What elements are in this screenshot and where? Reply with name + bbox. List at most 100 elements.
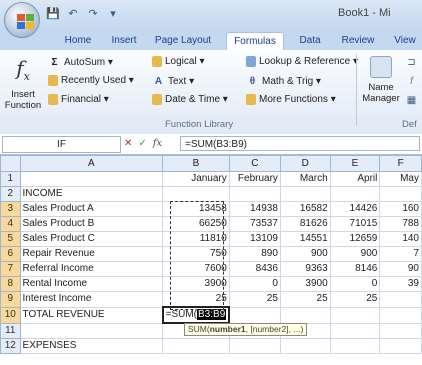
financial-button[interactable]: Financial ▾ — [48, 94, 109, 105]
save-icon[interactable]: 💾 — [46, 7, 60, 21]
cell-a3[interactable]: Sales Product A — [19, 201, 164, 217]
cell-b6[interactable]: 750 — [162, 246, 230, 262]
cell-e2[interactable] — [329, 186, 381, 202]
cell-b2[interactable] — [162, 186, 230, 202]
tab-view[interactable]: View — [388, 32, 422, 50]
tab-home[interactable]: Home — [56, 32, 100, 50]
cell-d4[interactable]: 81626 — [279, 216, 331, 232]
cell-d2[interactable] — [279, 186, 331, 202]
cell-c7[interactable]: 8436 — [228, 261, 281, 277]
cell-b3[interactable]: 13458 — [162, 201, 230, 217]
text-button[interactable]: A Text ▾ — [152, 75, 194, 88]
cell-a4[interactable]: Sales Product B — [19, 216, 164, 232]
cell-f10[interactable] — [379, 306, 422, 324]
insert-function-button[interactable]: fx Insert Function — [5, 56, 41, 111]
cell-b4[interactable]: 66250 — [162, 216, 230, 232]
cell-b7[interactable]: 7600 — [162, 261, 230, 277]
tab-data[interactable]: Data — [292, 32, 328, 50]
active-cell-b10[interactable]: =SUM(B3:B9 — [161, 306, 231, 324]
row-header[interactable]: 11 — [0, 322, 21, 339]
cell-c10[interactable] — [228, 306, 281, 324]
column-header-f[interactable]: F — [379, 155, 422, 172]
cell-a6[interactable]: Repair Revenue — [19, 246, 164, 262]
column-header-c[interactable]: C — [228, 155, 281, 172]
column-header-b[interactable]: B — [162, 155, 230, 172]
row-header[interactable]: 5 — [0, 231, 21, 247]
cell-f8[interactable]: 39 — [379, 276, 422, 292]
cell-e12[interactable] — [329, 338, 381, 354]
select-all-corner[interactable] — [0, 155, 21, 172]
row-header[interactable]: 8 — [0, 276, 21, 292]
cell-f4[interactable]: 788 — [379, 216, 422, 232]
more-functions-button[interactable]: More Functions ▾ — [246, 94, 336, 105]
cell-f1[interactable]: May — [379, 171, 422, 187]
cell-e3[interactable]: 14426 — [329, 201, 381, 217]
tab-review[interactable]: Review — [336, 32, 380, 50]
cell-a2[interactable]: INCOME — [19, 186, 164, 202]
cell-a10[interactable]: TOTAL REVENUE — [19, 306, 164, 324]
date-time-button[interactable]: Date & Time ▾ — [152, 94, 228, 105]
cell-a11[interactable] — [19, 322, 164, 339]
tab-formulas[interactable]: Formulas — [226, 32, 284, 50]
row-header[interactable]: 6 — [0, 246, 21, 262]
office-button[interactable] — [4, 2, 40, 38]
row-header[interactable]: 2 — [0, 186, 21, 202]
create-from-selection-button[interactable]: ▦ — [405, 94, 418, 107]
worksheet-grid[interactable]: A B C D E F 1 January February March April Ma… — [0, 155, 422, 365]
cell-b12[interactable] — [162, 338, 230, 354]
cell-d9[interactable]: 25 — [279, 291, 331, 308]
formula-input[interactable]: =SUM(B3:B9) — [180, 136, 420, 151]
cell-a9[interactable]: Interest Income — [19, 291, 164, 308]
redo-icon[interactable]: ↷ — [86, 7, 100, 21]
cell-b9[interactable]: 25 — [162, 291, 230, 308]
tab-page-layout[interactable]: Page Layout — [150, 32, 216, 50]
tab-insert[interactable]: Insert — [104, 32, 144, 50]
cell-e8[interactable]: 0 — [329, 276, 381, 292]
cell-f6[interactable]: 7 — [379, 246, 422, 262]
row-header[interactable]: 12 — [0, 338, 21, 354]
cell-e1[interactable]: April — [329, 171, 381, 187]
row-header[interactable]: 3 — [0, 201, 21, 217]
cell-f9[interactable] — [379, 291, 422, 308]
cell-d1[interactable]: March — [279, 171, 331, 187]
cell-b8[interactable]: 3900 — [162, 276, 230, 292]
name-manager-button[interactable]: Name Manager — [360, 56, 402, 104]
recently-used-button[interactable]: Recently Used ▾ — [48, 75, 134, 86]
cell-d3[interactable]: 16582 — [279, 201, 331, 217]
cell-f2[interactable] — [379, 186, 422, 202]
autosum-button[interactable]: Σ AutoSum ▾ — [48, 56, 112, 69]
cell-f7[interactable]: 90 — [379, 261, 422, 277]
cell-e7[interactable]: 8146 — [329, 261, 381, 277]
cell-c5[interactable]: 13109 — [228, 231, 281, 247]
cell-a5[interactable]: Sales Product C — [19, 231, 164, 247]
cell-e4[interactable]: 71015 — [329, 216, 381, 232]
row-header[interactable]: 10 — [0, 306, 21, 324]
cell-d6[interactable]: 900 — [279, 246, 331, 262]
cell-b1[interactable]: January — [162, 171, 230, 187]
cell-f11[interactable] — [379, 322, 422, 339]
row-header[interactable]: 9 — [0, 291, 21, 308]
logical-button[interactable]: Logical ▾ — [152, 56, 205, 67]
cell-c9[interactable]: 25 — [228, 291, 281, 308]
undo-icon[interactable]: ↶ — [66, 7, 80, 21]
cell-c12[interactable] — [228, 338, 281, 354]
row-header[interactable]: 1 — [0, 171, 21, 187]
column-header-a[interactable]: A — [19, 155, 164, 172]
cell-f3[interactable]: 160 — [379, 201, 422, 217]
cell-c4[interactable]: 73537 — [228, 216, 281, 232]
column-header-e[interactable]: E — [329, 155, 381, 172]
cell-e6[interactable]: 900 — [329, 246, 381, 262]
cell-a8[interactable]: Rental Income — [19, 276, 164, 292]
cell-c6[interactable]: 890 — [228, 246, 281, 262]
cell-a12[interactable]: EXPENSES — [19, 338, 164, 354]
cell-d7[interactable]: 9363 — [279, 261, 331, 277]
cell-d10[interactable] — [279, 306, 331, 324]
cell-e11[interactable] — [329, 322, 381, 339]
cell-f5[interactable]: 140 — [379, 231, 422, 247]
cell-e5[interactable]: 12659 — [329, 231, 381, 247]
enter-icon[interactable]: ✓ — [138, 136, 146, 151]
cell-a1[interactable] — [19, 171, 164, 187]
math-trig-button[interactable]: θ Math & Trig ▾ — [246, 75, 321, 88]
cancel-icon[interactable]: ✕ — [124, 136, 132, 151]
row-header[interactable]: 7 — [0, 261, 21, 277]
